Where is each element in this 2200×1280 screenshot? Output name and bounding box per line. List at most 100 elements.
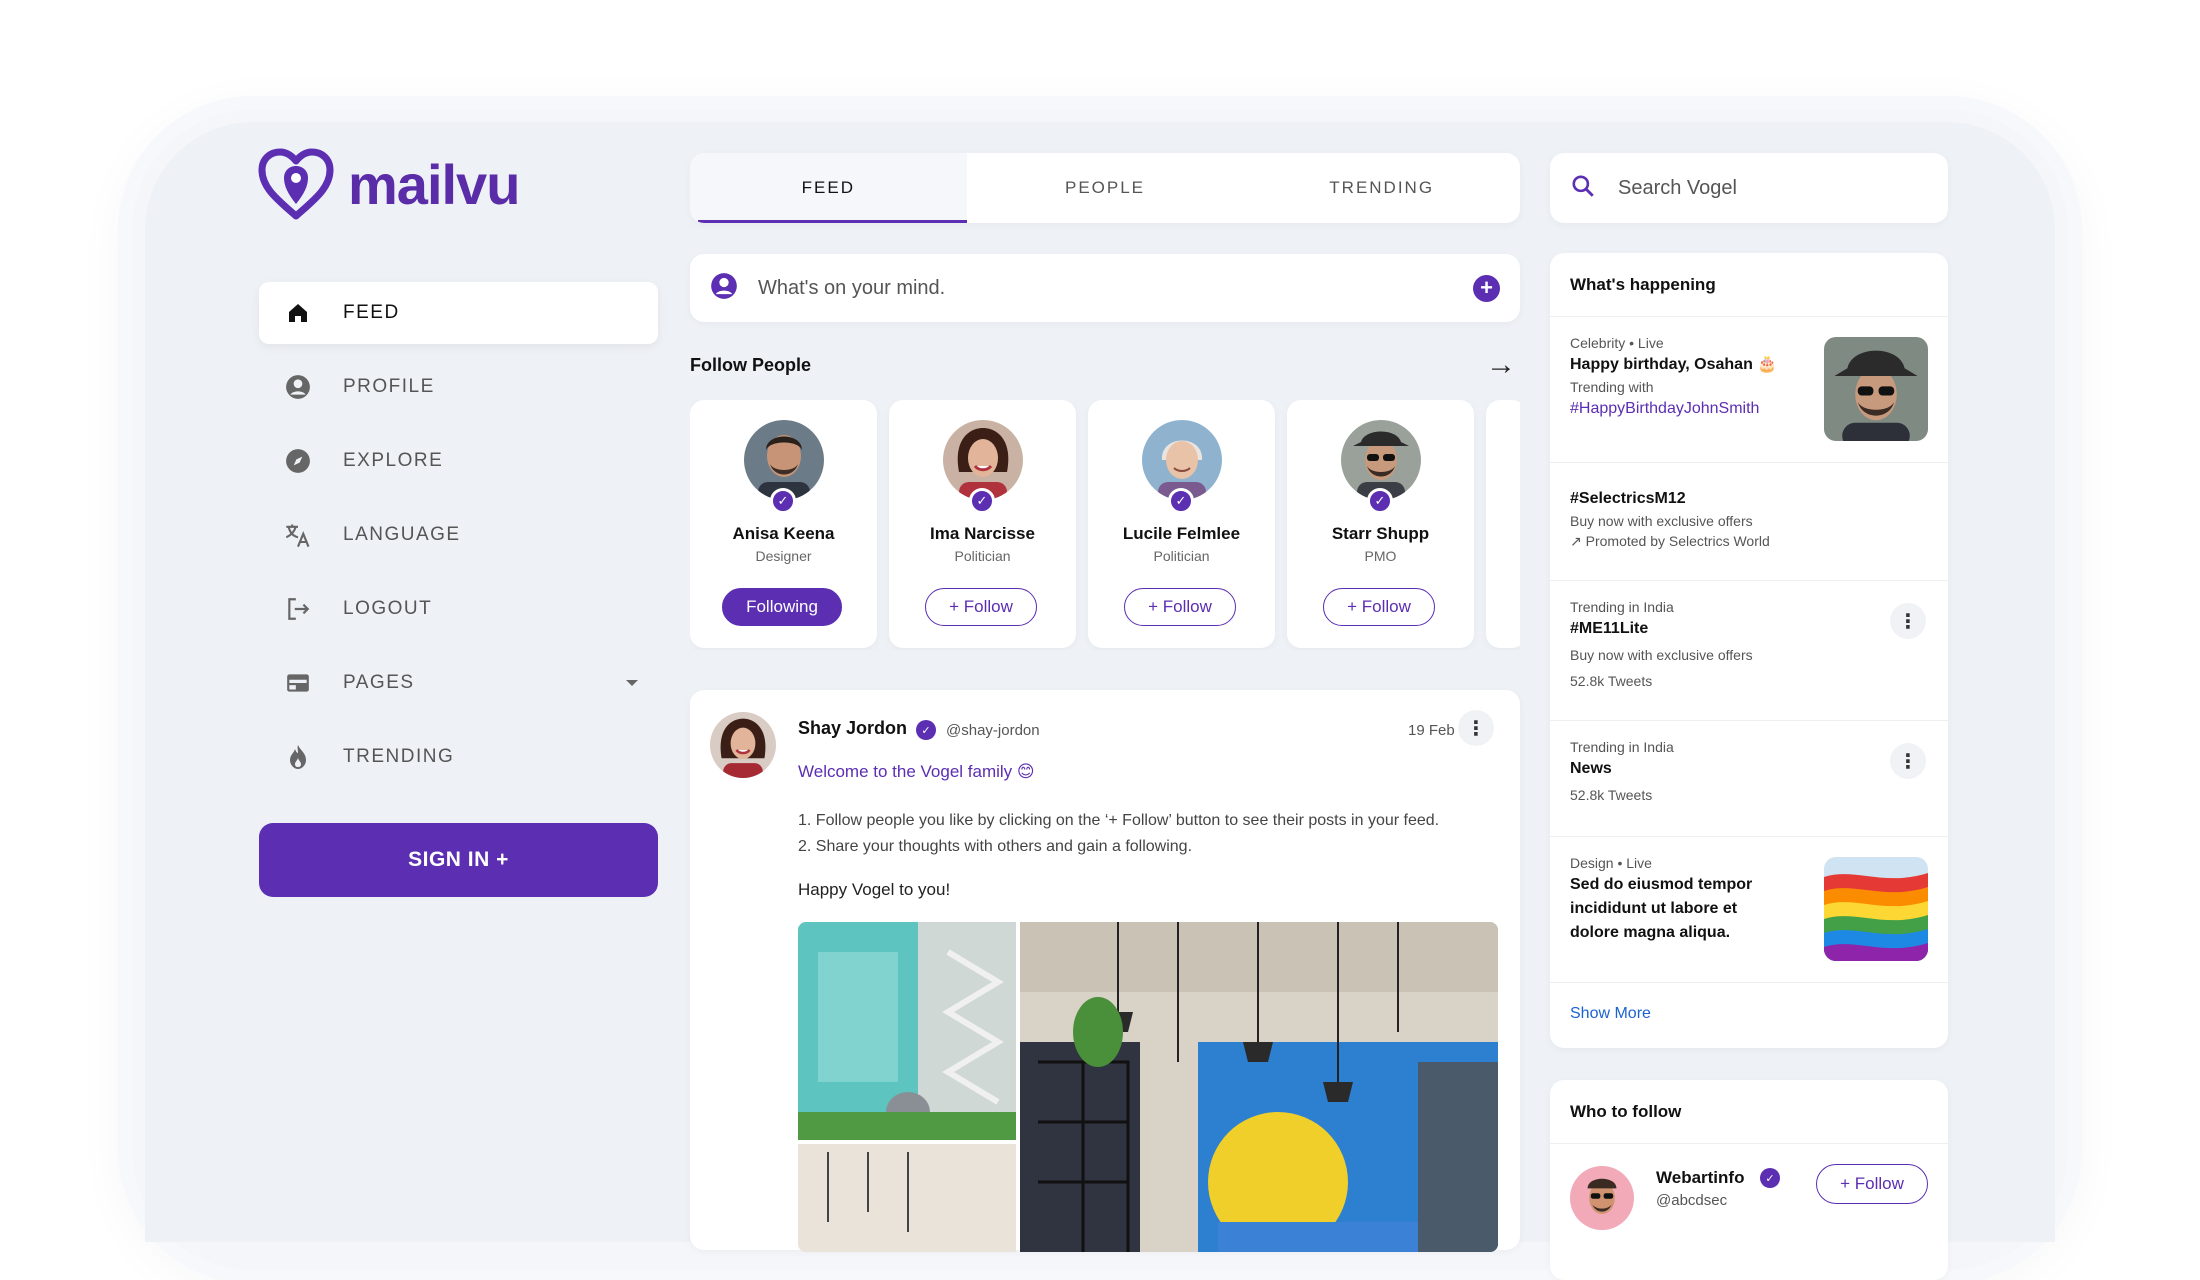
trend-item[interactable]: Trending in India News 52.8k Tweets ⋮	[1550, 721, 1948, 837]
person-role: Politician	[954, 548, 1011, 564]
sidebar-item-pages[interactable]: PAGES	[259, 652, 658, 714]
post-image-gallery[interactable]	[798, 922, 1498, 1252]
sidebar-item-label: PAGES	[343, 672, 415, 693]
follow-button[interactable]: + Follow	[1124, 588, 1236, 626]
person-name: Lucile Felmlee	[1122, 524, 1241, 543]
tab-feed[interactable]: FEED	[690, 153, 967, 223]
trend-title: Sed do eiusmod tempor incididunt ut labo…	[1570, 876, 1753, 941]
more-options-icon[interactable]: ⋮	[1890, 743, 1926, 779]
person-card[interactable]: ✓ Ima Narcisse Politician + Follow	[889, 400, 1076, 648]
person-name: Ima Narcisse	[930, 524, 1035, 543]
who-to-follow-panel: Who to follow Webartinfo ✓ @abcdsec + Fo…	[1550, 1080, 1948, 1280]
avatar[interactable]	[1570, 1166, 1634, 1230]
sidebar-item-explore[interactable]: EXPLORE	[259, 430, 658, 492]
external-link-icon: ↗	[1570, 533, 1582, 549]
verified-icon: ✓	[1367, 488, 1393, 514]
trend-promo: ↗ Promoted by Selectrics World	[1570, 531, 1928, 551]
sidebar-item-label: PROFILE	[343, 376, 435, 397]
sidebar-item-feed[interactable]: FEED	[259, 282, 658, 344]
search-icon	[1570, 173, 1596, 204]
avatar[interactable]	[710, 712, 776, 778]
translate-icon	[283, 520, 313, 550]
trend-promo-text: Promoted by Selectrics World	[1585, 533, 1770, 549]
person-card[interactable]	[1486, 400, 1520, 648]
person-role: Politician	[1153, 548, 1210, 564]
trend-title: #SelectricsM12	[1570, 490, 1686, 507]
person-card[interactable]: ✓ Lucile Felmlee Politician + Follow	[1088, 400, 1275, 648]
post-welcome-text: Welcome to the Vogel family 😊	[798, 762, 1035, 781]
trend-item[interactable]: Design • Live Sed do eiusmod tempor inci…	[1550, 837, 1948, 983]
arrow-right-icon[interactable]: →	[1486, 350, 1516, 380]
logout-icon	[283, 594, 313, 624]
person-card[interactable]: ✓ Anisa Keena Designer Following	[690, 400, 877, 648]
trend-sub: Buy now with exclusive offers	[1570, 513, 1753, 529]
follow-button[interactable]: + Follow	[925, 588, 1037, 626]
post-author-handle[interactable]: @shay-jordon	[946, 722, 1040, 739]
post-line: 1. Follow people you like by clicking on…	[798, 812, 1440, 829]
trend-thumbnail	[1824, 337, 1928, 441]
suggested-user-handle: @abcdsec	[1656, 1192, 1728, 1209]
tab-people[interactable]: PEOPLE	[967, 153, 1244, 223]
post-composer[interactable]: What's on your mind. +	[690, 254, 1520, 322]
trend-sub: Buy now with exclusive offers	[1570, 647, 1753, 663]
feed-post: Shay Jordon ✓ @shay-jordon 19 Feb ⋮ Welc…	[690, 690, 1520, 1252]
chevron-down-icon[interactable]	[626, 680, 638, 686]
follow-button[interactable]: + Follow	[1323, 588, 1435, 626]
sidebar-item-logout[interactable]: LOGOUT	[259, 578, 658, 640]
verified-icon: ✓	[969, 488, 995, 514]
more-options-icon[interactable]: ⋮	[1890, 603, 1926, 639]
trend-item[interactable]: Trending in India #ME11Lite Buy now with…	[1550, 581, 1948, 721]
follow-people-carousel: ✓ Anisa Keena Designer Following ✓ Ima N…	[690, 400, 1520, 650]
account-circle-icon	[283, 372, 313, 402]
sidebar-item-label: LOGOUT	[343, 598, 433, 619]
sidebar-item-label: FEED	[343, 302, 400, 323]
user-avatar-icon	[710, 272, 738, 305]
trend-item[interactable]: Celebrity • Live Happy birthday, Osahan …	[1550, 317, 1948, 463]
trend-title: #ME11Lite	[1570, 620, 1649, 637]
trend-count: 52.8k Tweets	[1570, 673, 1653, 689]
post-author-name[interactable]: Shay Jordon	[798, 718, 907, 739]
following-button[interactable]: Following	[722, 588, 842, 626]
compass-icon	[283, 446, 313, 476]
follow-button[interactable]: + Follow	[1816, 1164, 1928, 1204]
logo-heart-pin-icon	[258, 148, 334, 220]
suggested-user-name[interactable]: Webartinfo	[1656, 1168, 1744, 1188]
more-options-icon[interactable]: ⋮	[1458, 710, 1494, 746]
person-name: Anisa Keena	[732, 524, 835, 543]
sidebar-nav: FEED PROFILE EXPLORE LANGUAGE LOGOUT PAG…	[259, 282, 658, 800]
home-icon	[283, 298, 313, 328]
brand-name: mailvu	[348, 152, 520, 216]
feed-tabs: FEED PEOPLE TRENDING	[690, 153, 1520, 223]
trend-thumbnail	[1824, 857, 1928, 961]
tab-trending[interactable]: TRENDING	[1243, 153, 1520, 223]
verified-icon: ✓	[1760, 1168, 1780, 1188]
trend-item[interactable]: #SelectricsM12 Buy now with exclusive of…	[1550, 463, 1948, 581]
follow-people-title: Follow People	[690, 355, 812, 375]
verified-icon: ✓	[1168, 488, 1194, 514]
sign-in-button[interactable]: SIGN IN +	[259, 823, 658, 897]
person-name: Starr Shupp	[1331, 524, 1430, 543]
person-card[interactable]: ✓ Starr Shupp PMO + Follow	[1287, 400, 1474, 648]
verified-icon: ✓	[770, 488, 796, 514]
sidebar-item-profile[interactable]: PROFILE	[259, 356, 658, 418]
search-input[interactable]: Search Vogel	[1618, 177, 1737, 200]
trend-meta: Trending in India	[1570, 739, 1674, 755]
search-bar[interactable]: Search Vogel	[1550, 153, 1948, 223]
brand-logo[interactable]: mailvu	[258, 148, 520, 220]
sidebar-item-language[interactable]: LANGUAGE	[259, 504, 658, 566]
post-closing: Happy Vogel to you!	[798, 880, 951, 899]
panel-title: What's happening	[1550, 253, 1948, 317]
composer-placeholder: What's on your mind.	[758, 276, 946, 299]
fire-icon	[283, 742, 313, 772]
trend-count: 52.8k Tweets	[1570, 787, 1653, 803]
panel-title: Who to follow	[1550, 1080, 1948, 1144]
person-role: Designer	[755, 548, 812, 564]
show-more-link[interactable]: Show More	[1550, 983, 1948, 1045]
add-post-icon[interactable]: +	[1473, 274, 1500, 302]
web-page-icon	[283, 668, 313, 698]
sidebar-item-label: TRENDING	[343, 746, 455, 767]
sidebar-item-trending[interactable]: TRENDING	[259, 726, 658, 788]
whats-happening-panel: What's happening Celebrity • Live Happy …	[1550, 253, 1948, 1048]
trend-title: News	[1570, 760, 1612, 777]
person-role: PMO	[1364, 548, 1397, 564]
